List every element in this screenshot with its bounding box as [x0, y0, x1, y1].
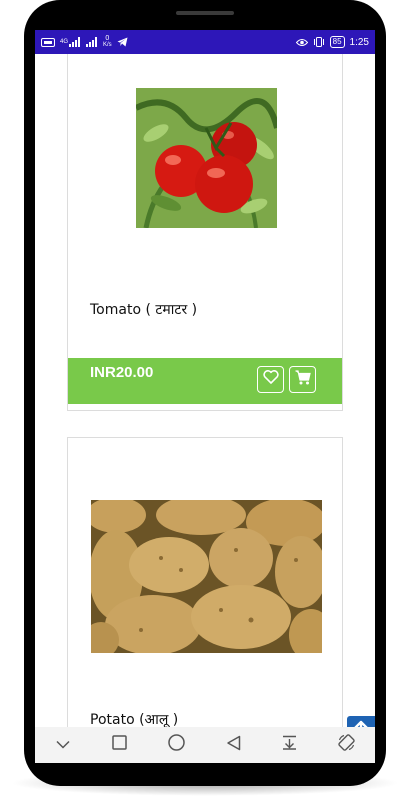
- telegram-icon: [117, 37, 128, 47]
- product-price: INR20.00: [90, 364, 154, 381]
- product-card[interactable]: Potato (आलू ): [67, 437, 343, 727]
- arrow-up-icon: [353, 720, 369, 727]
- notification-pull-icon: [282, 735, 297, 755]
- product-card[interactable]: Tomato ( टमाटर ) INR20.00: [67, 54, 343, 411]
- signal-4g-icon: 4G: [60, 37, 81, 47]
- nav-home-button[interactable]: [162, 730, 192, 760]
- eye-comfort-icon: [295, 38, 308, 47]
- heart-icon: [262, 370, 279, 389]
- back-triangle-icon: [226, 735, 241, 756]
- product-list[interactable]: Tomato ( टमाटर ) INR20.00 Potato (आलू): [35, 54, 375, 727]
- volte-icon: [41, 37, 55, 47]
- product-name[interactable]: Potato (आलू ): [90, 710, 178, 727]
- home-circle-icon: [168, 734, 185, 756]
- nav-notification-button[interactable]: [275, 730, 305, 760]
- signal-icon: [86, 37, 98, 47]
- status-bar-left: 4G 0 K/s: [41, 35, 128, 49]
- cart-icon: [295, 369, 311, 390]
- tomato-image[interactable]: [136, 88, 277, 228]
- phone-speaker: [176, 11, 234, 15]
- status-time: 1:25: [349, 36, 369, 48]
- data-speed-value: 0: [105, 35, 110, 42]
- potato-image[interactable]: [91, 500, 322, 653]
- data-speed-unit: K/s: [103, 42, 112, 48]
- wishlist-button[interactable]: [257, 366, 284, 393]
- status-bar: 4G 0 K/s 85 1:25: [35, 30, 375, 54]
- nav-back-button[interactable]: [218, 730, 248, 760]
- rotate-icon: [338, 734, 355, 756]
- network-label: 4G: [60, 39, 69, 45]
- nav-rotate-button[interactable]: [332, 730, 362, 760]
- recents-square-icon: [112, 735, 128, 755]
- price-bar: INR20.00: [68, 358, 342, 404]
- nav-recents-button[interactable]: [105, 730, 135, 760]
- navigation-bar: [35, 727, 375, 763]
- scroll-to-top-button[interactable]: [347, 716, 375, 727]
- status-bar-right: 85 1:25: [295, 36, 369, 48]
- vibrate-icon: [313, 37, 325, 47]
- add-to-cart-button[interactable]: [289, 366, 316, 393]
- data-speed-icon: 0 K/s: [103, 35, 112, 49]
- chevron-down-icon: [56, 736, 70, 754]
- product-name[interactable]: Tomato ( टमाटर ): [90, 300, 197, 319]
- nav-collapse-button[interactable]: [48, 730, 78, 760]
- phone-shadow: [10, 770, 400, 796]
- phone-screen: 4G 0 K/s 85 1:25 Tomato (टमाटर) INR20.…: [35, 30, 375, 763]
- battery-icon: 85: [329, 36, 345, 48]
